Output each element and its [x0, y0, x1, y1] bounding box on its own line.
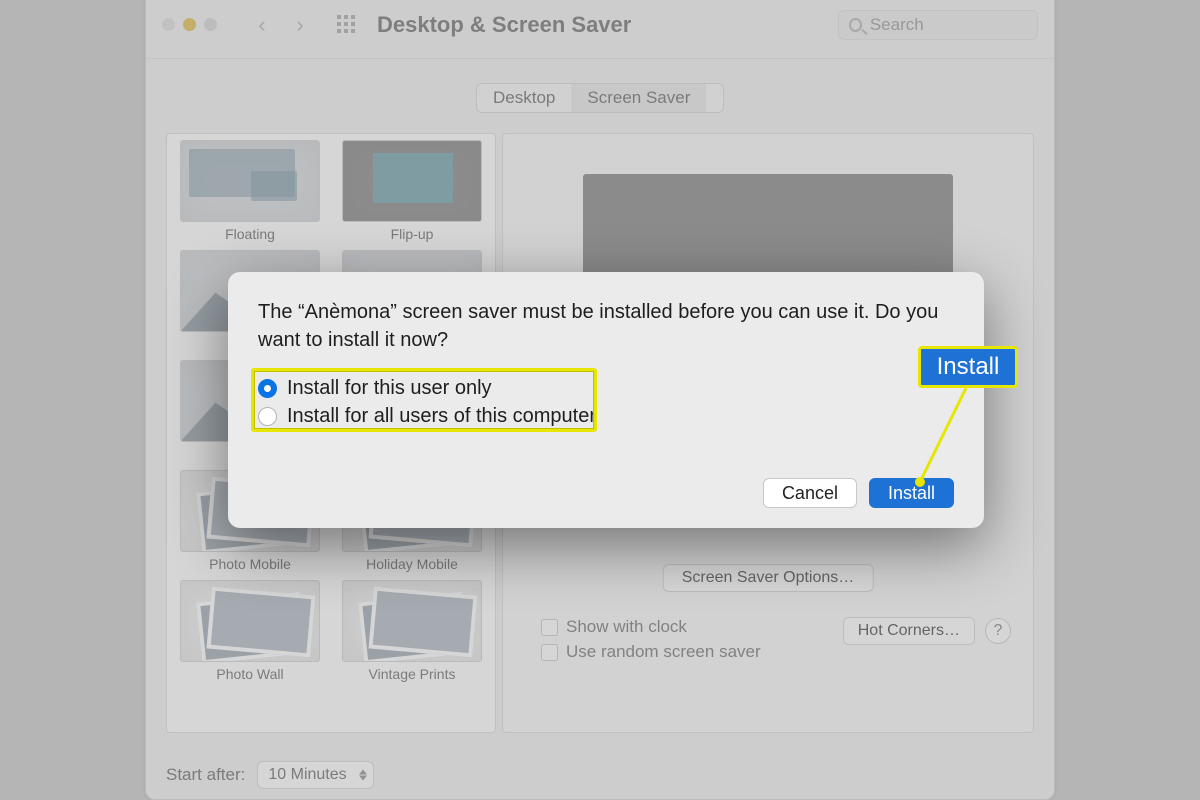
screensaver-label: Flip-up — [335, 226, 489, 242]
list-item[interactable]: Flip-up — [335, 140, 489, 242]
window-titlebar: ‹ › Desktop & Screen Saver — [146, 0, 1054, 59]
list-item[interactable]: Vintage Prints — [335, 580, 489, 682]
help-button[interactable]: ? — [985, 618, 1011, 644]
search-icon — [849, 18, 862, 32]
screensaver-options-button[interactable]: Screen Saver Options… — [663, 564, 874, 592]
cancel-button[interactable]: Cancel — [763, 478, 857, 508]
screensaver-label: Photo Mobile — [173, 556, 327, 572]
radio-label: Install for this user only — [287, 377, 492, 400]
search-field[interactable] — [838, 10, 1038, 40]
start-after-popup[interactable]: 10 Minutes — [257, 761, 373, 789]
checkbox-label: Use random screen saver — [566, 642, 761, 662]
show-with-clock-row[interactable]: Show with clock — [541, 617, 687, 637]
radio-this-user[interactable]: Install for this user only — [258, 374, 954, 402]
minimize-icon[interactable] — [183, 18, 196, 31]
stepper-icon — [359, 770, 367, 781]
screensaver-thumb — [342, 580, 482, 662]
checkbox-label: Show with clock — [566, 617, 687, 637]
screensaver-thumb — [180, 140, 320, 222]
radio-icon[interactable] — [258, 407, 277, 426]
zoom-icon[interactable] — [204, 18, 217, 31]
list-item[interactable]: Photo Wall — [173, 580, 327, 682]
hot-corners-button[interactable]: Hot Corners… — [843, 617, 975, 645]
radio-label: Install for all users of this computer — [287, 405, 596, 428]
screensaver-label: Vintage Prints — [335, 666, 489, 682]
show-all-icon[interactable] — [337, 15, 357, 35]
radio-all-users[interactable]: Install for all users of this computer — [258, 402, 954, 430]
install-button[interactable]: Install — [869, 478, 954, 508]
start-after-value: 10 Minutes — [268, 766, 346, 784]
start-after-label: Start after: — [166, 765, 245, 785]
install-scope-radio-group: Install for this user only Install for a… — [258, 374, 954, 430]
window-title: Desktop & Screen Saver — [377, 12, 631, 38]
dialog-message: The “Anèmona” screen saver must be insta… — [258, 298, 954, 354]
random-screensaver-row[interactable]: Use random screen saver — [541, 642, 761, 662]
search-input[interactable] — [870, 15, 1027, 35]
list-item[interactable]: Floating — [173, 140, 327, 242]
screensaver-thumb — [180, 580, 320, 662]
radio-icon[interactable] — [258, 379, 277, 398]
tab-screen-saver[interactable]: Screen Saver — [571, 84, 706, 112]
back-button[interactable]: ‹ — [245, 12, 279, 38]
tab-control: Desktop Screen Saver — [476, 83, 724, 113]
start-after-row: Start after: 10 Minutes — [166, 761, 374, 789]
checkbox-icon[interactable] — [541, 619, 558, 636]
dialog-actions: Cancel Install — [763, 478, 954, 508]
screensaver-label: Holiday Mobile — [335, 556, 489, 572]
screensaver-label: Floating — [173, 226, 327, 242]
screensaver-thumb — [342, 140, 482, 222]
close-icon[interactable] — [162, 18, 175, 31]
checkbox-icon[interactable] — [541, 644, 558, 661]
tab-desktop[interactable]: Desktop — [477, 84, 571, 112]
screensaver-label: Photo Wall — [173, 666, 327, 682]
forward-button[interactable]: › — [283, 12, 317, 38]
install-dialog: The “Anèmona” screen saver must be insta… — [228, 272, 984, 528]
window-controls — [162, 18, 217, 31]
nav-buttons: ‹ › — [245, 12, 317, 38]
